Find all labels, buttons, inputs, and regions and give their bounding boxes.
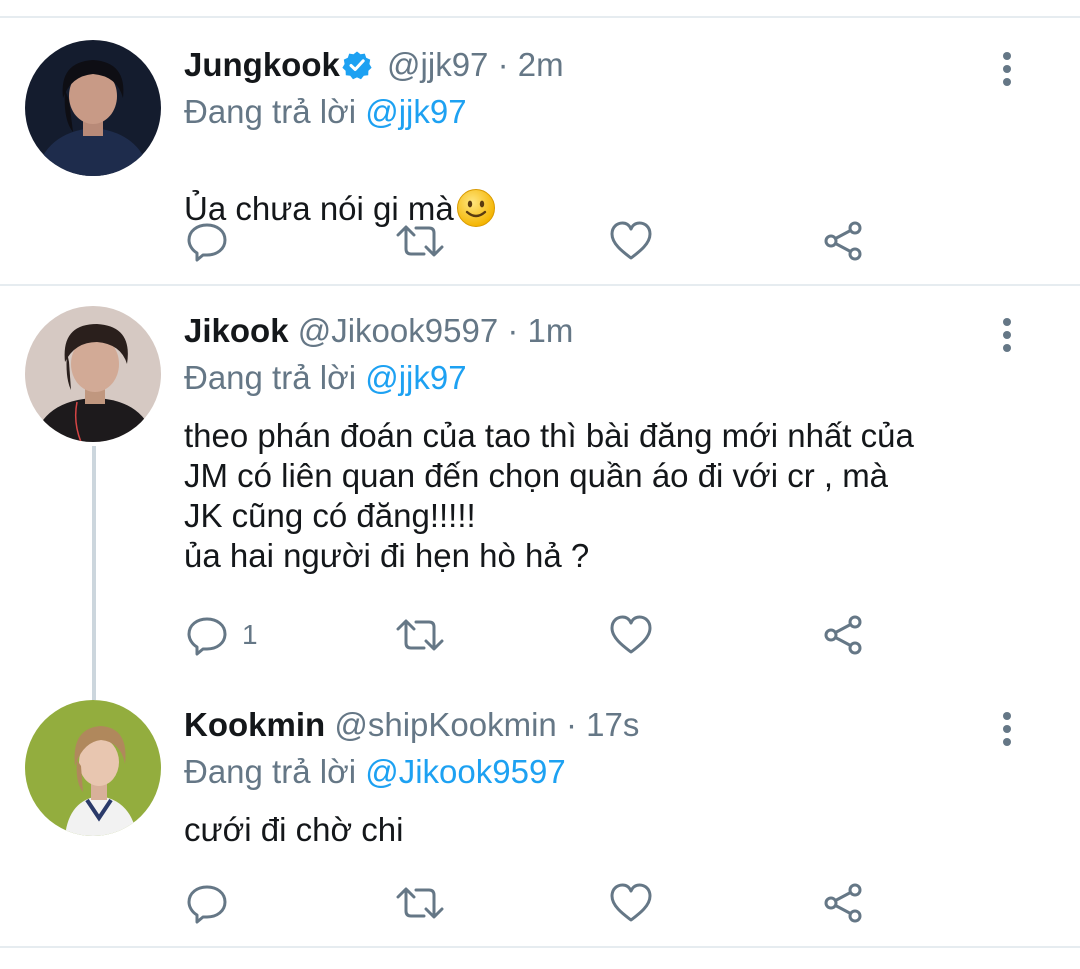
share-icon [824,221,862,261]
reply-count: 1 [242,619,258,650]
tweet-actions [0,878,1080,928]
share-button[interactable] [822,216,864,266]
separator-dot: · [565,706,577,743]
avatar[interactable] [25,700,161,836]
tweet-actions: 1 [0,610,1080,660]
replying-to: Đang trả lời @jjk97 [184,356,467,400]
avatar[interactable] [25,306,161,442]
more-vertical-icon[interactable] [996,316,1018,354]
tweet-text: theo phán đoán của tao thì bài đăng mới … [184,417,914,574]
tweet-actions [0,216,1080,266]
divider [0,284,1080,286]
divider-bottom [0,946,1080,948]
mention-link[interactable]: @Jikook9597 [365,753,565,790]
more-vertical-icon[interactable] [996,710,1018,748]
retweet-button[interactable] [396,878,444,928]
like-button[interactable] [610,610,652,660]
username[interactable]: @jjk97 [387,46,488,83]
username[interactable]: @shipKookmin [334,706,556,743]
reply-button[interactable] [186,216,228,266]
replying-to: Đang trả lời @Jikook9597 [184,750,566,794]
share-icon [824,883,862,923]
divider-top [0,16,1080,18]
retweet-icon [396,225,444,257]
separator-dot: · [507,312,519,349]
like-button[interactable] [610,216,652,266]
share-button[interactable] [822,878,864,928]
replying-prefix: Đang trả lời [184,93,357,130]
reply-icon [187,617,227,656]
timestamp[interactable]: 1m [528,312,574,349]
username[interactable]: @Jikook9597 [298,312,498,349]
tweet-text: cưới đi chờ chi [184,811,404,848]
mention-link[interactable]: @jjk97 [365,93,466,130]
reply-button[interactable] [186,878,228,928]
replying-to: Đang trả lời @jjk97 [184,90,467,134]
retweet-button[interactable] [396,610,444,660]
more-vertical-icon[interactable] [996,50,1018,88]
retweet-button[interactable] [396,216,444,266]
display-name[interactable]: Jikook [184,312,289,349]
separator-dot: · [497,46,509,83]
reply-icon [187,885,227,924]
mention-link[interactable]: @jjk97 [365,359,466,396]
verified-badge-icon [342,44,372,80]
heart-icon [610,883,652,922]
tweet-1[interactable]: Jungkook @jjk97 · 2m Đang trả lời @jjk97… [0,40,1080,280]
display-name[interactable]: Kookmin [184,706,325,743]
retweet-icon [396,887,444,919]
timestamp[interactable]: 17s [586,706,639,743]
share-button[interactable] [822,610,864,660]
replying-prefix: Đang trả lời [184,753,357,790]
retweet-icon [396,619,444,651]
tweet-2[interactable]: Jikook @Jikook9597 · 1m Đang trả lời @jj… [0,306,1080,686]
timestamp[interactable]: 2m [518,46,564,83]
reply-button[interactable]: 1 [186,610,258,660]
tweet-header: Jungkook @jjk97 · 2m [184,40,564,90]
avatar[interactable] [25,40,161,176]
tweet-3[interactable]: Kookmin @shipKookmin · 17s Đang trả lời … [0,700,1080,940]
like-button[interactable] [610,878,652,928]
heart-icon [610,615,652,654]
tweet-header: Jikook @Jikook9597 · 1m [184,306,573,356]
tweet-header: Kookmin @shipKookmin · 17s [184,700,639,750]
share-icon [824,615,862,655]
replying-prefix: Đang trả lời [184,359,357,396]
heart-icon [610,221,652,260]
reply-icon [187,223,227,262]
display-name[interactable]: Jungkook [184,46,340,83]
